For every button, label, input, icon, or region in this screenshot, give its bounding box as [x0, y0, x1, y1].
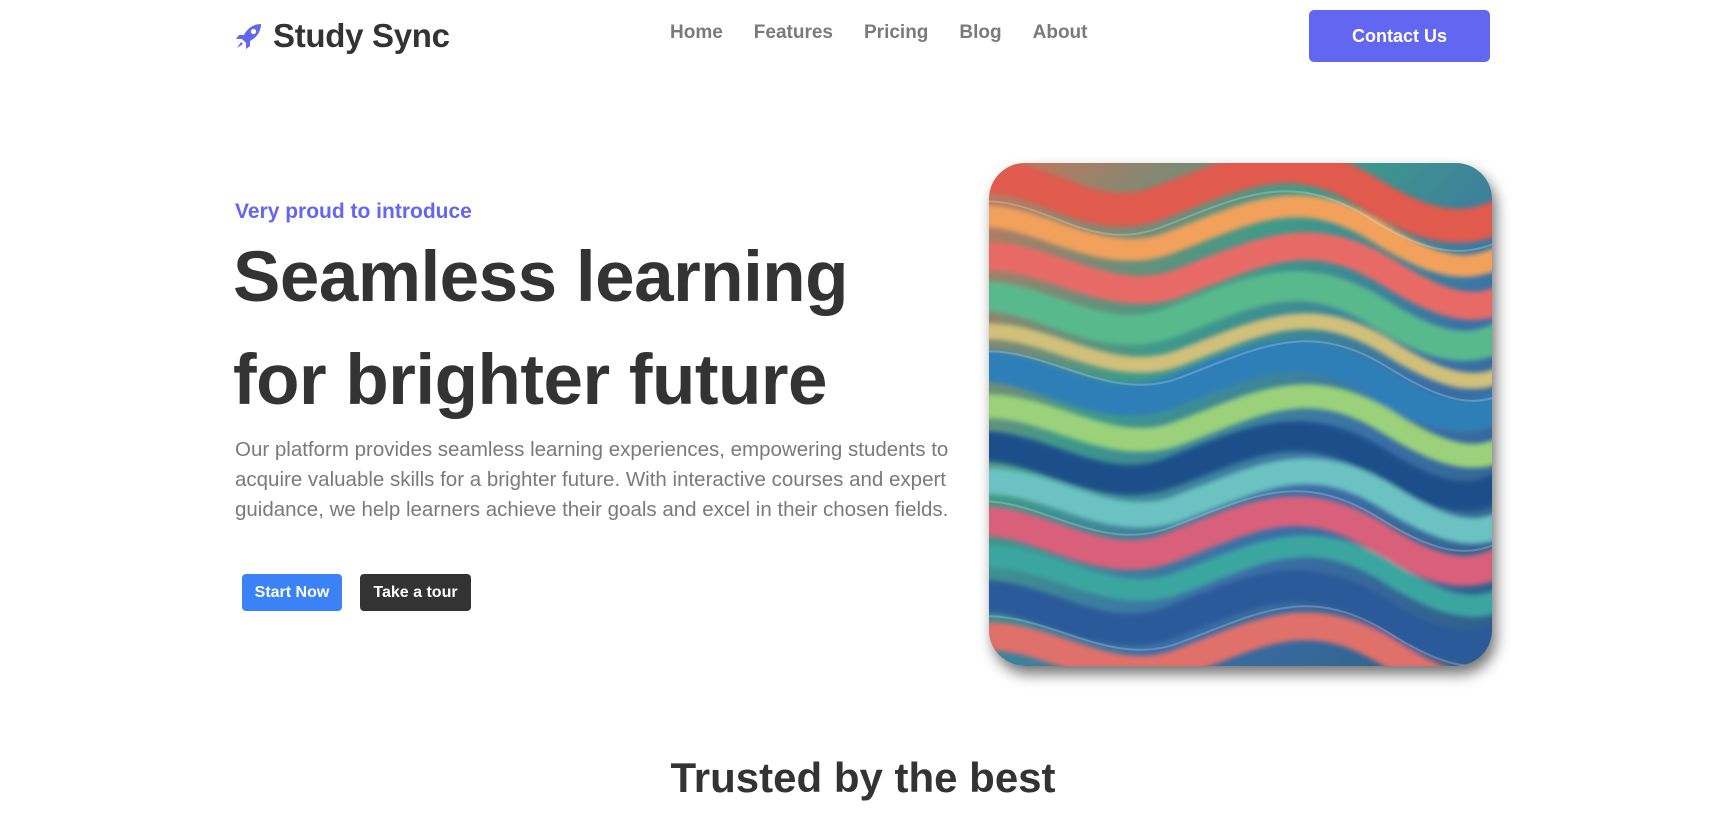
hero-tagline: Very proud to introduce — [235, 200, 472, 223]
start-now-button[interactable]: Start Now — [242, 574, 342, 611]
hero-title-line-2: for brighter future — [233, 341, 827, 420]
contact-us-button[interactable]: Contact Us — [1309, 10, 1490, 62]
hero-description: Our platform provides seamless learning … — [235, 438, 949, 521]
nav-link-features[interactable]: Features — [754, 22, 833, 43]
nav-link-about[interactable]: About — [1033, 22, 1088, 43]
take-a-tour-button[interactable]: Take a tour — [360, 574, 471, 611]
nav-link-pricing[interactable]: Pricing — [864, 22, 928, 43]
main-nav: Home Features Pricing Blog About — [670, 22, 1088, 44]
navbar: Study Sync Home Features Pricing Blog Ab… — [0, 0, 1736, 72]
brand-name: Study Sync — [273, 17, 450, 54]
trusted-section-title: Trusted by the best — [670, 754, 1056, 801]
rocket-icon — [236, 24, 261, 49]
nav-link-home[interactable]: Home — [670, 22, 723, 43]
hero-title-line-1: Seamless learning — [233, 238, 849, 317]
hero-abstract-image — [989, 163, 1492, 666]
hero-title: Seamless learning for brighter future — [233, 226, 933, 432]
brand-logo[interactable]: Study Sync — [235, 14, 450, 58]
abstract-waves-artwork — [989, 163, 1492, 666]
nav-link-blog[interactable]: Blog — [959, 22, 1001, 43]
